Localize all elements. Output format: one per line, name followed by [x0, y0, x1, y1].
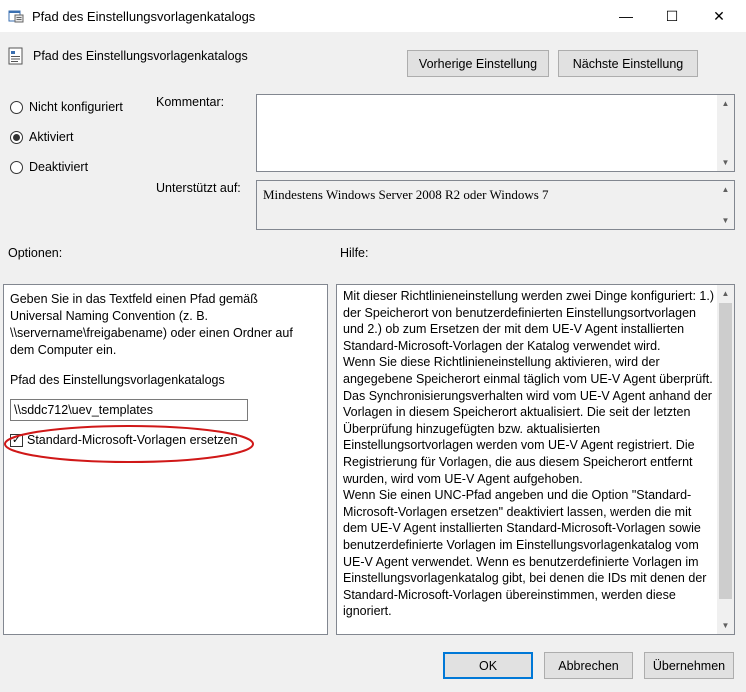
ok-button[interactable]: OK	[443, 652, 533, 679]
radio-not-configured[interactable]: Nicht konfiguriert	[10, 100, 123, 114]
radio-label: Nicht konfiguriert	[29, 100, 123, 114]
supported-box: Mindestens Windows Server 2008 R2 oder W…	[256, 180, 735, 230]
next-setting-button[interactable]: Nächste Einstellung	[558, 50, 698, 77]
policy-app-icon	[8, 8, 24, 24]
supported-scrollbar[interactable]: ▲ ▼	[717, 181, 734, 229]
supported-label: Unterstützt auf:	[156, 181, 241, 195]
scroll-down-icon[interactable]: ▼	[717, 154, 734, 171]
help-header: Hilfe:	[340, 246, 369, 260]
previous-setting-button[interactable]: Vorherige Einstellung	[407, 50, 549, 77]
close-button[interactable]: ✕	[696, 0, 742, 32]
path-value: \\sddc712\uev_templates	[14, 403, 153, 417]
radio-circle[interactable]	[10, 160, 23, 174]
scroll-thumb[interactable]	[719, 303, 732, 599]
options-header: Optionen:	[8, 246, 63, 260]
scroll-down-icon[interactable]: ▼	[717, 212, 734, 229]
red-highlight-ellipse	[4, 425, 254, 463]
radio-label: Aktiviert	[29, 130, 74, 144]
close-icon: ✕	[713, 7, 725, 24]
apply-button[interactable]: Übernehmen	[644, 652, 734, 679]
minimize-icon: —	[619, 8, 633, 24]
options-panel: Geben Sie in das Textfeld einen Pfad gem…	[3, 284, 328, 635]
radio-label: Deaktiviert	[29, 160, 89, 174]
policy-title: Pfad des Einstellungsvorlagenkatalogs	[33, 49, 248, 63]
radio-circle[interactable]	[10, 100, 23, 114]
comment-label: Kommentar:	[156, 95, 225, 109]
scroll-up-icon[interactable]: ▲	[717, 95, 734, 112]
comment-scrollbar[interactable]: ▲ ▼	[717, 95, 734, 171]
radio-circle[interactable]	[10, 130, 23, 144]
radio-enabled[interactable]: Aktiviert	[10, 130, 73, 144]
title-bar: Pfad des Einstellungsvorlagenkatalogs — …	[0, 0, 746, 32]
options-description: Geben Sie in das Textfeld einen Pfad gem…	[10, 292, 293, 357]
help-scrollbar[interactable]: ▲ ▼	[717, 285, 734, 634]
path-label: Pfad des Einstellungsvorlagenkatalogs	[10, 373, 225, 387]
cancel-button[interactable]: Abbrechen	[544, 652, 633, 679]
comment-textarea[interactable]: ▲ ▼	[256, 94, 735, 172]
maximize-button[interactable]: ☐	[649, 0, 695, 32]
maximize-icon: ☐	[665, 7, 679, 24]
path-input[interactable]: \\sddc712\uev_templates	[10, 399, 248, 421]
minimize-button[interactable]: —	[603, 0, 649, 32]
scroll-down-icon[interactable]: ▼	[717, 617, 734, 634]
help-panel: Mit dieser Richtlinieneinstellung werden…	[336, 284, 735, 635]
radio-selected-dot	[13, 133, 20, 141]
window-title: Pfad des Einstellungsvorlagenkatalogs	[32, 9, 256, 24]
supported-value: Mindestens Windows Server 2008 R2 oder W…	[263, 187, 549, 202]
radio-disabled[interactable]: Deaktiviert	[10, 160, 88, 174]
scroll-up-icon[interactable]: ▲	[717, 181, 734, 198]
scroll-up-icon[interactable]: ▲	[717, 285, 734, 302]
help-text: Mit dieser Richtlinieneinstellung werden…	[343, 289, 715, 619]
policy-setting-icon	[8, 47, 26, 65]
